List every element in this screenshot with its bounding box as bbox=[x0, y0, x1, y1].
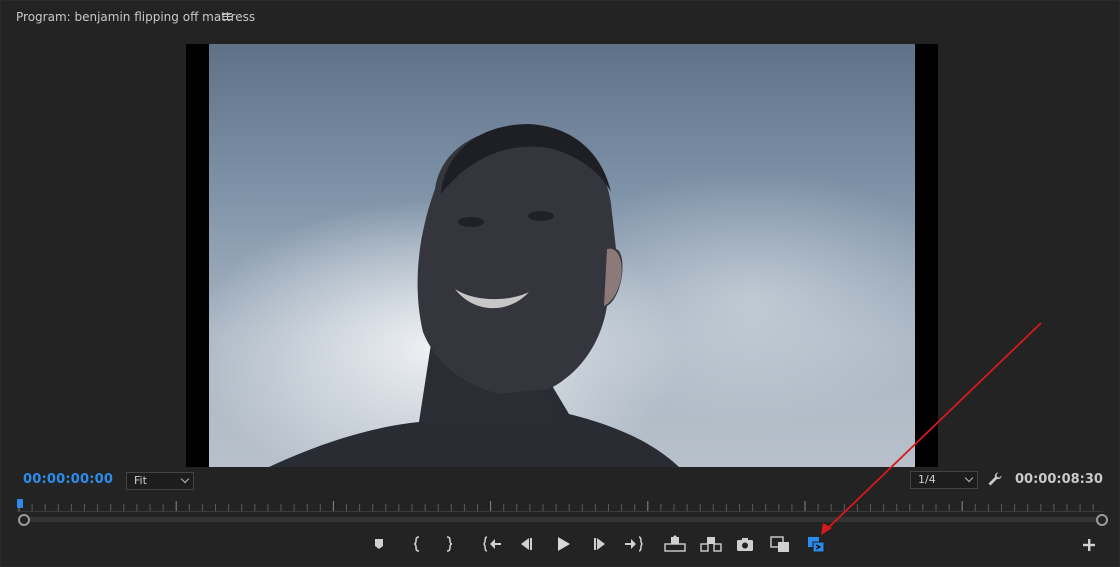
play-button[interactable] bbox=[551, 534, 575, 554]
mark-out-icon bbox=[446, 536, 453, 552]
program-monitor-panel: Program: benjamin flipping off mattress bbox=[0, 0, 1120, 567]
play-icon bbox=[558, 537, 570, 551]
zoom-level-select[interactable]: Fit bbox=[126, 472, 194, 490]
playhead[interactable] bbox=[17, 499, 23, 508]
playback-resolution-value: 1/4 bbox=[918, 473, 936, 486]
zoom-level-value: Fit bbox=[134, 474, 147, 487]
plus-icon[interactable] bbox=[1081, 537, 1097, 553]
step-forward-icon bbox=[594, 538, 605, 550]
go-to-out-button[interactable] bbox=[621, 534, 645, 554]
lift-icon bbox=[664, 535, 686, 552]
scrollbar-track[interactable] bbox=[24, 517, 1102, 522]
program-viewer[interactable] bbox=[186, 44, 938, 467]
video-frame-image bbox=[209, 44, 915, 467]
chevron-down-icon bbox=[180, 474, 190, 484]
zoom-scrollbar[interactable] bbox=[18, 513, 1108, 526]
extract-button[interactable] bbox=[699, 534, 723, 554]
chevron-down-icon bbox=[964, 473, 974, 483]
time-ruler[interactable] bbox=[17, 499, 1103, 513]
add-marker-icon bbox=[375, 539, 383, 549]
proxy-toggle-button[interactable] bbox=[804, 534, 828, 554]
step-back-button[interactable] bbox=[515, 534, 539, 554]
scrollbar-right-handle[interactable] bbox=[1096, 514, 1108, 526]
go-to-in-icon bbox=[483, 536, 501, 552]
scrollbar-left-handle[interactable] bbox=[18, 514, 30, 526]
extract-icon bbox=[700, 537, 722, 552]
lift-button[interactable] bbox=[663, 534, 687, 554]
comparison-view-icon bbox=[770, 536, 789, 552]
playback-resolution-select[interactable]: 1/4 bbox=[910, 471, 978, 489]
comparison-view-button[interactable] bbox=[768, 534, 792, 554]
go-to-out-icon bbox=[625, 536, 643, 552]
duration-timecode: 00:00:08:30 bbox=[1015, 472, 1103, 487]
panel-header: Program: benjamin flipping off mattress bbox=[1, 1, 1119, 35]
video-frame bbox=[209, 44, 915, 467]
step-forward-button[interactable] bbox=[587, 534, 611, 554]
current-timecode[interactable]: 00:00:00:00 bbox=[23, 472, 113, 487]
export-frame-button[interactable] bbox=[733, 534, 757, 554]
go-to-in-button[interactable] bbox=[481, 534, 505, 554]
step-back-icon bbox=[521, 538, 532, 550]
panel-title: Program: benjamin flipping off mattress bbox=[16, 10, 256, 24]
wrench-icon[interactable] bbox=[987, 471, 1003, 487]
mark-in-button[interactable] bbox=[405, 534, 429, 554]
add-marker-button[interactable] bbox=[367, 534, 391, 554]
proxy-toggle-icon bbox=[808, 537, 825, 553]
mark-in-icon bbox=[413, 536, 420, 552]
hamburger-menu-icon[interactable] bbox=[222, 11, 232, 23]
mark-out-button[interactable] bbox=[437, 534, 461, 554]
export-frame-icon bbox=[737, 538, 753, 551]
